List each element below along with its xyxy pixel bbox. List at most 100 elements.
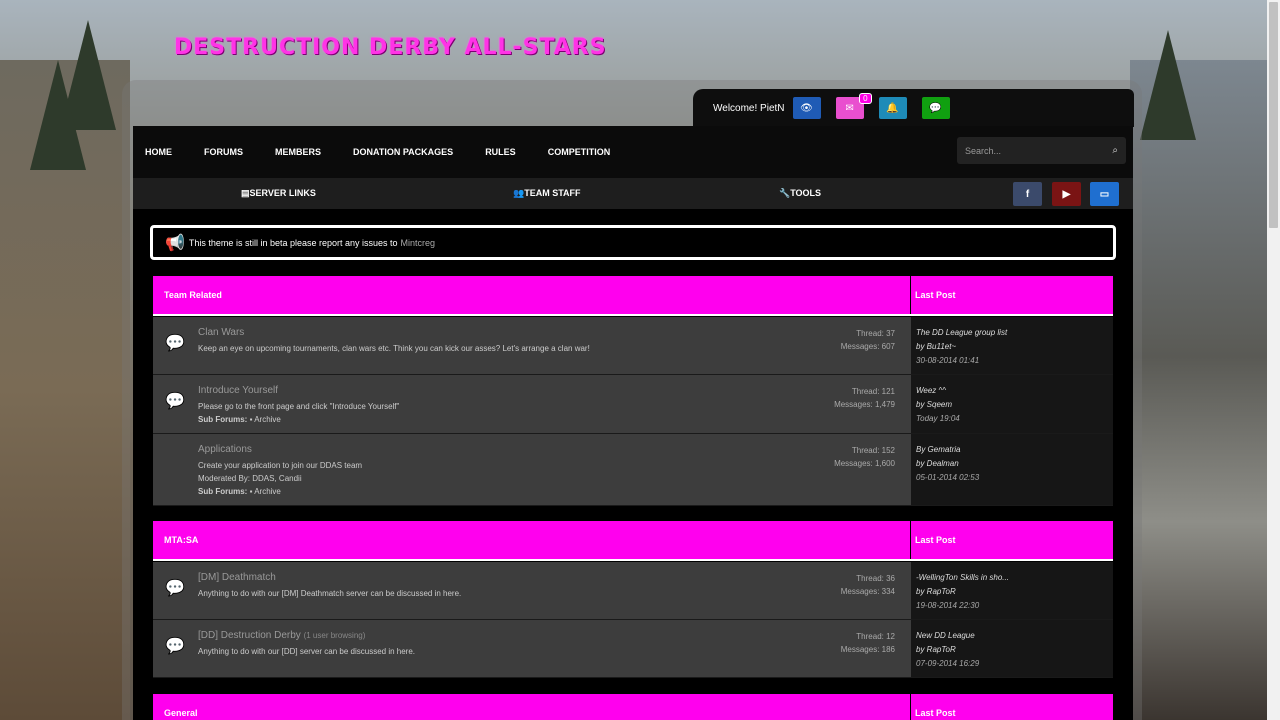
thread-count: Thread: 37 [856, 329, 895, 338]
moderators: Moderated By: DDAS, Candii [198, 474, 302, 483]
background-tree [1140, 30, 1196, 140]
team-staff-link[interactable]: 👥TEAM STAFF [513, 188, 581, 199]
nav-forums[interactable]: FORUMS [204, 147, 243, 157]
last-post-author[interactable]: by RapToR [916, 585, 1108, 599]
forum-title[interactable]: [DM] Deathmatch [198, 572, 276, 583]
forum-row: Applications Create your application to … [153, 434, 1113, 506]
eye-icon[interactable]: 👁 [792, 97, 821, 119]
last-post: Weez ^^ by Sqeem Today 19:04 [911, 375, 1113, 433]
chat-icon[interactable]: 💬 [921, 97, 950, 119]
forum-title[interactable]: Introduce Yourself [198, 385, 278, 396]
page-scrollbar[interactable] [1267, 0, 1280, 720]
last-post-title[interactable]: Weez ^^ [916, 384, 1108, 398]
search-icon[interactable]: ⌕ [1112, 145, 1118, 156]
nav-rules[interactable]: RULES [485, 147, 516, 157]
welcome-text: Welcome! PietN [713, 102, 785, 114]
last-post-title[interactable]: New DD League [916, 629, 1108, 643]
envelope-icon[interactable]: ✉ 0 [835, 93, 872, 119]
last-post-title[interactable]: -WellingTon Skills in sho... [916, 571, 1108, 585]
forum-description: Anything to do with our [DM] Deathmatch … [198, 589, 462, 598]
users-icon: 👥 [513, 188, 525, 198]
last-post-date: Today 19:04 [916, 414, 960, 423]
main-content: HOME FORUMS MEMBERS DONATION PACKAGES RU… [133, 126, 1133, 720]
forum-description: Create your application to join our DDAS… [198, 461, 363, 496]
search-input[interactable] [965, 145, 1113, 156]
sub-nav: ▤SERVER LINKS 👥TEAM STAFF 🔧TOOLS f ▶ ▭ [133, 178, 1133, 209]
desktop-icon[interactable]: ▭ [1090, 182, 1119, 206]
main-nav: HOME FORUMS MEMBERS DONATION PACKAGES RU… [133, 126, 1133, 178]
last-post-title[interactable]: By Gematria [916, 443, 1108, 457]
forum-title[interactable]: Clan Wars [198, 327, 244, 338]
thread-count: Thread: 121 [851, 387, 895, 396]
last-post-author[interactable]: by Bu11et~ [916, 340, 1108, 354]
notice-link[interactable]: Mintcreg [401, 238, 436, 248]
forum-description: Please go to the front page and click "I… [198, 402, 400, 424]
last-post: The DD League group list by Bu11et~ 30-0… [911, 317, 1113, 374]
last-post-label: Last Post [915, 535, 956, 545]
category-title[interactable]: MTA:SA [153, 521, 911, 559]
subforum-link[interactable]: Archive [254, 415, 281, 424]
category-header: Team Related Last Post [153, 276, 1113, 316]
message-count: Messages: 1,600 [834, 459, 895, 468]
background-right [1130, 60, 1280, 720]
chat-bubble-icon: 💬 [165, 335, 185, 352]
forum-stats: Thread: 36 Messages: 334 [841, 572, 895, 598]
last-post-label: Last Post [915, 290, 956, 300]
megaphone-icon: 📢 [165, 234, 185, 252]
last-post-date: 05-01-2014 02:53 [916, 473, 980, 482]
forum-title[interactable]: Applications [198, 444, 252, 455]
subforums-label: Sub Forums: [198, 415, 248, 424]
category-title[interactable]: General [153, 694, 911, 720]
subforum-link[interactable]: Archive [254, 487, 281, 496]
nav-members[interactable]: MEMBERS [275, 147, 321, 157]
category-header: MTA:SA Last Post [153, 521, 1113, 561]
search-box: ⌕ [957, 137, 1126, 164]
forum-title[interactable]: [DD] Destruction Derby (1 user browsing) [198, 630, 365, 641]
forum-stats: Thread: 12 Messages: 186 [841, 630, 895, 656]
browsing-count: (1 user browsing) [303, 631, 366, 640]
scrollbar-thumb[interactable] [1269, 2, 1278, 228]
message-count: Messages: 607 [840, 342, 895, 351]
last-post-author[interactable]: by Dealman [916, 457, 1108, 471]
last-post: New DD League by RapToR 07-09-2014 16:29 [911, 620, 1113, 677]
forum-stats: Thread: 37 Messages: 607 [841, 327, 895, 353]
site-logo[interactable]: DESTRUCTION DERBY ALL-STARS [174, 35, 607, 60]
thread-count: Thread: 12 [856, 632, 895, 641]
category-header: General Last Post [153, 694, 1113, 720]
server-links-link[interactable]: ▤SERVER LINKS [241, 188, 316, 199]
user-bar: Welcome! PietN 👁 ✉ 0 🔔 💬 [693, 89, 1134, 127]
last-post: By Gematria by Dealman 05-01-2014 02:53 [911, 434, 1113, 505]
category-title[interactable]: Team Related [153, 276, 911, 314]
last-post-author[interactable]: by RapToR [916, 643, 1108, 657]
messages-badge: 0 [859, 93, 872, 104]
tools-link[interactable]: 🔧TOOLS [779, 188, 821, 199]
youtube-icon[interactable]: ▶ [1052, 182, 1081, 206]
subforum-icon: ▪ [249, 487, 253, 496]
beta-notice: 📢 This theme is still in beta please rep… [150, 225, 1116, 260]
notice-text: This theme is still in beta please repor… [188, 237, 398, 248]
message-count: Messages: 1,479 [834, 400, 895, 409]
last-post-title[interactable]: The DD League group list [916, 326, 1108, 340]
background-tree [30, 60, 86, 170]
subforum-icon: ▪ [249, 415, 253, 424]
last-post-author[interactable]: by Sqeem [916, 398, 1108, 412]
forum-row: 💬 Clan Wars Keep an eye on upcoming tour… [153, 317, 1113, 375]
chat-bubble-icon: 💬 [165, 580, 185, 597]
nav-competition[interactable]: COMPETITION [548, 147, 611, 157]
message-count: Messages: 334 [840, 587, 895, 596]
forum-row: 💬 [DM] Deathmatch Anything to do with ou… [153, 562, 1113, 620]
last-post-date: 19-08-2014 22:30 [916, 601, 980, 610]
forum-description: Anything to do with our [DD] server can … [198, 647, 415, 656]
chat-bubbles-icon: 💬 [165, 638, 185, 655]
facebook-icon[interactable]: f [1013, 182, 1042, 206]
thread-count: Thread: 152 [851, 446, 895, 455]
nav-home[interactable]: HOME [145, 147, 172, 157]
last-post-label: Last Post [915, 708, 956, 718]
bell-icon[interactable]: 🔔 [878, 97, 907, 119]
forum-stats: Thread: 152 Messages: 1,600 [834, 444, 895, 470]
forum-row: 💬 [DD] Destruction Derby (1 user browsin… [153, 620, 1113, 678]
nav-donation-packages[interactable]: DONATION PACKAGES [353, 147, 453, 157]
forum-description: Keep an eye on upcoming tournaments, cla… [198, 344, 590, 353]
forum-stats: Thread: 121 Messages: 1,479 [834, 385, 895, 411]
subforums-label: Sub Forums: [198, 487, 248, 496]
